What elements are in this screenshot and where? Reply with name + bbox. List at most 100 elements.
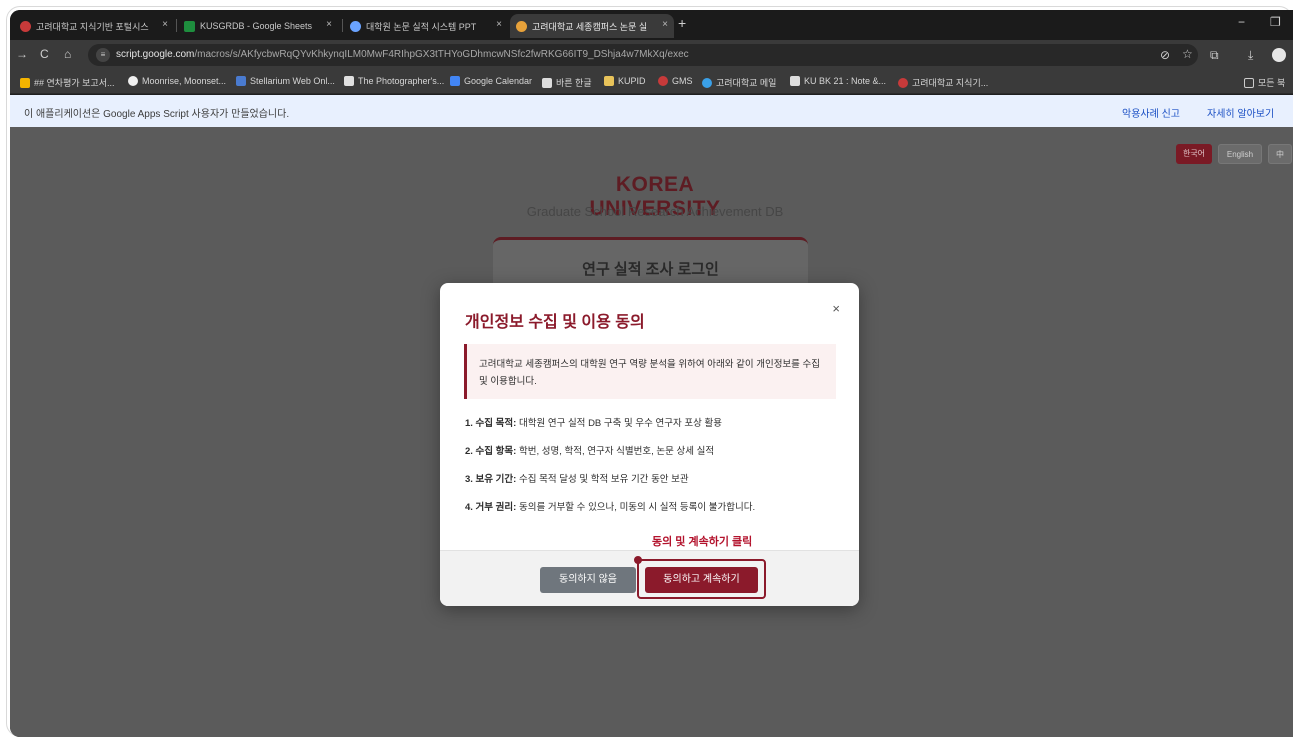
tab-ppt-system[interactable]: 대학원 논문 실적 시스템 PPT ×	[344, 14, 508, 38]
bookmark-star-icon[interactable]: ☆	[1182, 47, 1193, 61]
bookmark-label: Stellarium Web Onl...	[250, 76, 335, 86]
bookmark-label: 바른 한글	[556, 78, 592, 88]
bookmark-label: 고려대학교 메일	[716, 78, 777, 88]
university-crest-icon	[898, 77, 908, 88]
consent-notice: 고려대학교 세종캠퍼스의 대학원 연구 역량 분석을 위하여 아래와 같이 개인…	[464, 344, 836, 399]
consent-item: 1. 수집 목적: 대학원 연구 실적 DB 구축 및 우수 연구자 포상 활용	[465, 415, 722, 429]
tab-portal[interactable]: 고려대학교 지식기반 포털시스 ×	[14, 14, 174, 38]
language-chinese-button[interactable]: 中	[1268, 144, 1292, 164]
language-korean-button[interactable]: 한국어	[1176, 144, 1212, 164]
consent-item: 3. 보유 기간: 수집 목적 달성 및 학적 보유 기간 동안 보관	[465, 471, 689, 485]
profile-avatar-icon[interactable]	[1272, 48, 1286, 62]
url-path: /macros/s/AKfycbwRqQYvKhkynqILM0MwF4RIhp…	[194, 49, 689, 60]
click-annotation: 동의 및 계속하기 클릭	[652, 536, 753, 548]
bookmark-item[interactable]: 고려대학교 메일	[702, 76, 776, 89]
university-crest-icon	[658, 76, 668, 86]
bookmark-item[interactable]: KUPID	[604, 76, 646, 86]
calendar-icon	[450, 76, 460, 86]
eye-off-icon[interactable]: ⊘	[1160, 48, 1170, 62]
address-bar[interactable]: ≡ script.google.com/macros/s/AKfycbwRqQY…	[88, 44, 1198, 66]
annotation-highlight-box	[637, 559, 766, 599]
kupid-icon	[604, 76, 614, 86]
bookmark-label: Moonrise, Moonset...	[142, 76, 227, 86]
apps-script-icon	[516, 20, 527, 32]
sheets-icon	[184, 20, 195, 32]
bookmark-item[interactable]: 바른 한글	[542, 76, 592, 89]
notion-icon	[790, 76, 800, 86]
apps-script-banner: 이 애플리케이션은 Google Apps Script 사용자가 만들었습니다…	[10, 95, 1293, 127]
item-label: 2. 수집 항목:	[465, 446, 517, 457]
bookmark-item[interactable]: Moonrise, Moonset...	[128, 76, 226, 86]
bookmarks-bar: ## 연차평가 보고서... Moonrise, Moonset... Stel…	[10, 70, 1293, 94]
bookmark-item[interactable]: Google Calendar	[450, 76, 532, 86]
close-icon[interactable]: ×	[162, 19, 168, 30]
learn-more-link[interactable]: 자세히 알아보기	[1207, 105, 1274, 120]
tab-divider	[176, 19, 177, 32]
tab-google-sheets[interactable]: KUSGRDB - Google Sheets ×	[178, 14, 338, 38]
bookmark-item[interactable]: 고려대학교 지식기...	[898, 76, 988, 89]
bookmark-label: The Photographer's...	[358, 76, 445, 86]
all-bookmarks-button[interactable]: 모든 북	[1244, 76, 1285, 89]
report-abuse-link[interactable]: 악용사례 신고	[1122, 105, 1180, 120]
tab-label: KUSGRDB - Google Sheets	[200, 21, 313, 31]
modal-title: 개인정보 수집 및 이용 동의	[465, 314, 645, 331]
banner-message: 이 애플리케이션은 Google Apps Script 사용자가 만들었습니다…	[24, 109, 290, 120]
bookmark-label: KUPID	[618, 76, 646, 86]
bookmark-item[interactable]: The Photographer's...	[344, 76, 444, 86]
download-icon[interactable]: ⤓	[1248, 48, 1253, 63]
restore-button[interactable]: ❐	[1270, 15, 1281, 29]
drive-icon	[20, 77, 30, 88]
minimize-button[interactable]: −	[1238, 15, 1245, 29]
stellarium-icon	[236, 76, 246, 86]
forward-button[interactable]: →	[16, 47, 28, 61]
tab-label: 고려대학교 지식기반 포털시스	[36, 21, 149, 32]
item-label: 4. 거부 권리:	[465, 502, 517, 513]
folder-icon	[1244, 77, 1254, 88]
bookmark-label: GMS	[672, 76, 693, 86]
item-label: 3. 보유 기간:	[465, 474, 517, 485]
bookmark-item[interactable]: GMS	[658, 76, 693, 86]
tab-label: 고려대학교 세종캠퍼스 논문 실	[532, 21, 648, 32]
privacy-consent-modal: 개인정보 수집 및 이용 동의 × 고려대학교 세종캠퍼스의 대학원 연구 역량…	[440, 283, 859, 606]
bookmark-label: 모든 북	[1258, 78, 1286, 88]
site-info-icon[interactable]: ≡	[96, 48, 110, 62]
k-icon	[542, 77, 552, 88]
reload-button[interactable]: C	[40, 47, 49, 61]
url-host: script.google.com	[116, 49, 195, 60]
new-tab-button[interactable]: +	[678, 15, 686, 31]
extensions-icon[interactable]: ⧉	[1210, 48, 1219, 63]
brand-subtitle: Graduate School Research Achievement DB	[526, 204, 784, 219]
login-title: 연구 실적 조사 로그인	[582, 261, 719, 278]
sparkle-icon	[350, 20, 361, 32]
close-icon[interactable]: ×	[832, 301, 840, 316]
mail-icon	[702, 77, 712, 88]
bookmark-label: Google Calendar	[464, 76, 533, 86]
close-icon[interactable]: ×	[662, 19, 668, 30]
home-button[interactable]: ⌂	[64, 47, 71, 61]
address-toolbar: → C ⌂ ≡ script.google.com/macros/s/AKfyc…	[10, 40, 1293, 70]
item-text: 수집 목적 달성 및 학적 보유 기간 동안 보관	[516, 474, 689, 485]
bookmark-item[interactable]: KU BK 21 : Note &...	[790, 76, 886, 86]
bookmark-label: ## 연차평가 보고서...	[34, 78, 115, 88]
language-english-button[interactable]: English	[1218, 144, 1262, 164]
tab-active-thesis-db[interactable]: 고려대학교 세종캠퍼스 논문 실 ×	[510, 14, 674, 38]
close-icon[interactable]: ×	[326, 19, 332, 30]
bookmark-item[interactable]: Stellarium Web Onl...	[236, 76, 335, 86]
moon-icon	[128, 76, 138, 86]
item-text: 학번, 성명, 학적, 연구자 식별번호, 논문 상세 실적	[516, 446, 715, 457]
item-label: 1. 수집 목적:	[465, 418, 517, 429]
annotation-marker-dot	[634, 556, 642, 564]
university-crest-icon	[20, 20, 31, 32]
item-text: 동의를 거부할 수 있으나, 미동의 시 실적 등록이 불가합니다.	[516, 502, 756, 513]
tab-strip: 고려대학교 지식기반 포털시스 × KUSGRDB - Google Sheet…	[10, 10, 1293, 40]
tab-divider	[342, 19, 343, 32]
item-text: 대학원 연구 실적 DB 구축 및 우수 연구자 포상 활용	[516, 418, 722, 429]
browser-window: 고려대학교 지식기반 포털시스 × KUSGRDB - Google Sheet…	[10, 10, 1293, 737]
consent-item: 4. 거부 권리: 동의를 거부할 수 있으나, 미동의 시 실적 등록이 불가…	[465, 499, 755, 513]
bookmark-label: KU BK 21 : Note &...	[804, 76, 887, 86]
tab-label: 대학원 논문 실적 시스템 PPT	[366, 21, 477, 32]
bookmark-item[interactable]: ## 연차평가 보고서...	[20, 76, 114, 89]
close-icon[interactable]: ×	[496, 19, 502, 30]
page-overlay: 한국어 English 中 KOREA UNIVERSITY Graduate …	[10, 127, 1293, 737]
decline-button[interactable]: 동의하지 않음	[540, 567, 636, 593]
